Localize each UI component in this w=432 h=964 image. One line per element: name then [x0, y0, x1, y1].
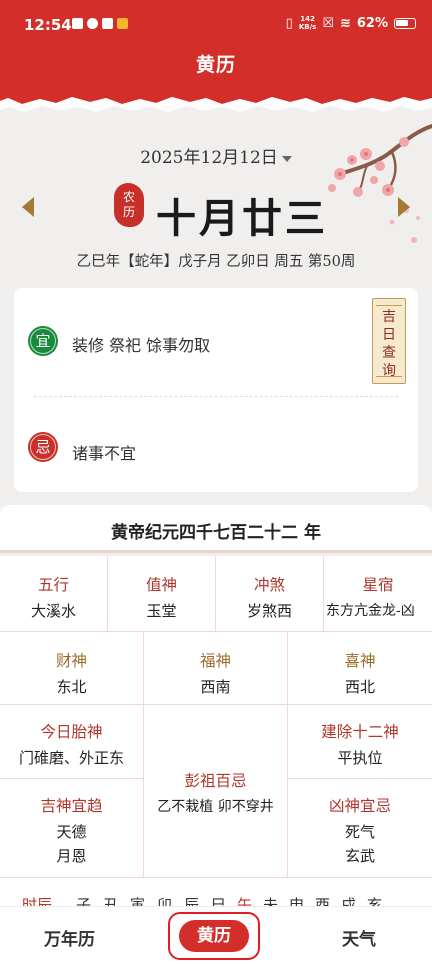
prev-day-arrow-icon[interactable] [22, 197, 34, 217]
shichen-row: 时辰 子 丑 寅 卯 辰 巳 午 未 申 酉 戌 亥 [0, 878, 432, 908]
next-day-arrow-icon[interactable] [398, 197, 410, 217]
battery-icon [394, 17, 416, 29]
mail-icon [102, 18, 113, 29]
era-title: 黄帝纪元四千七百二十二 年 [111, 523, 321, 543]
cell-zhishen[interactable]: 值神 玉堂 [108, 556, 216, 632]
no-sim-icon: ☒ [322, 15, 334, 31]
cell-taishen[interactable]: 今日胎神 门碓磨、外正东 [0, 705, 144, 779]
nav-huangli[interactable]: 黄历 [179, 920, 249, 952]
torn-paper-edge [0, 92, 432, 118]
yi-items: 装修 祭祀 馀事勿取 [72, 336, 211, 355]
almanac-grid: 五行 大溪水 值神 玉堂 冲煞 岁煞西 星宿 东方亢金龙-凶 财神 东北 福神 … [0, 556, 432, 878]
cell-pengzu[interactable]: 彭祖百忌 乙不栽植 卯不穿井 [144, 705, 288, 878]
app-header: 12:54 ▯ 142 KB/s ☒ ≋ 62% 黄历 [0, 0, 432, 92]
app-notification-icon [117, 18, 128, 29]
era-panel: 黄帝纪元四千七百二十二 年 [0, 505, 432, 553]
plum-blossom-decoration [328, 124, 432, 243]
cell-xingsu[interactable]: 星宿 东方亢金龙-凶 [324, 556, 432, 632]
network-speed: 142 KB/s [298, 15, 317, 31]
status-time: 12:54 [24, 16, 72, 34]
page-title: 黄历 [195, 54, 236, 76]
nav-wannianli[interactable]: 万年历 [44, 925, 95, 950]
cell-xiongshen[interactable]: 凶神宜忌 死气 玄武 [288, 779, 432, 878]
ji-items: 诸事不宜 [72, 444, 137, 463]
ji-badge: 忌 [28, 432, 58, 462]
notification-icons [72, 18, 128, 29]
cell-fushen[interactable]: 福神 西南 [144, 632, 288, 705]
nav-huangli-highlight: 黄历 [168, 912, 260, 960]
yi-badge: 宜 [28, 326, 58, 356]
app-notification-icon [87, 18, 98, 29]
date-picker[interactable]: 2025年12月12日 [0, 143, 432, 168]
nav-tianqi[interactable]: 天气 [342, 925, 376, 950]
cell-jianchu[interactable]: 建除十二神 平执位 [288, 705, 432, 779]
battery-percent: 62% [356, 15, 388, 31]
status-right: ▯ 142 KB/s ☒ ≋ 62% [286, 15, 416, 31]
jiri-query-button[interactable]: 吉日查询 [372, 298, 406, 384]
solar-date: 2025年12月12日 [140, 148, 278, 168]
bottom-nav: 万年历 黄历 天气 [0, 906, 432, 964]
cell-xishen[interactable]: 喜神 西北 [288, 632, 432, 705]
lunar-seal: 农历 [114, 183, 144, 227]
lunar-date: 十月廿三 [156, 195, 328, 242]
cell-wuxing[interactable]: 五行 大溪水 [0, 556, 108, 632]
wifi-icon: ≋ [339, 15, 351, 31]
chevron-down-icon [281, 155, 292, 162]
status-bar: 12:54 ▯ 142 KB/s ☒ ≋ 62% [0, 0, 432, 48]
yiji-card: 宜 装修 祭祀 馀事勿取 忌 诸事不宜 吉日查询 [14, 288, 418, 492]
app-notification-icon [72, 18, 83, 29]
divider [34, 396, 398, 397]
ganzhi-line: 乙巳年【蛇年】戊子月 乙卯日 周五 第50周 [76, 254, 356, 270]
cell-jishen[interactable]: 吉神宜趋 天德 月恩 [0, 779, 144, 878]
cell-chongsha[interactable]: 冲煞 岁煞西 [216, 556, 324, 632]
cell-caishen[interactable]: 财神 东北 [0, 632, 144, 705]
vibrate-icon: ▯ [285, 15, 293, 31]
